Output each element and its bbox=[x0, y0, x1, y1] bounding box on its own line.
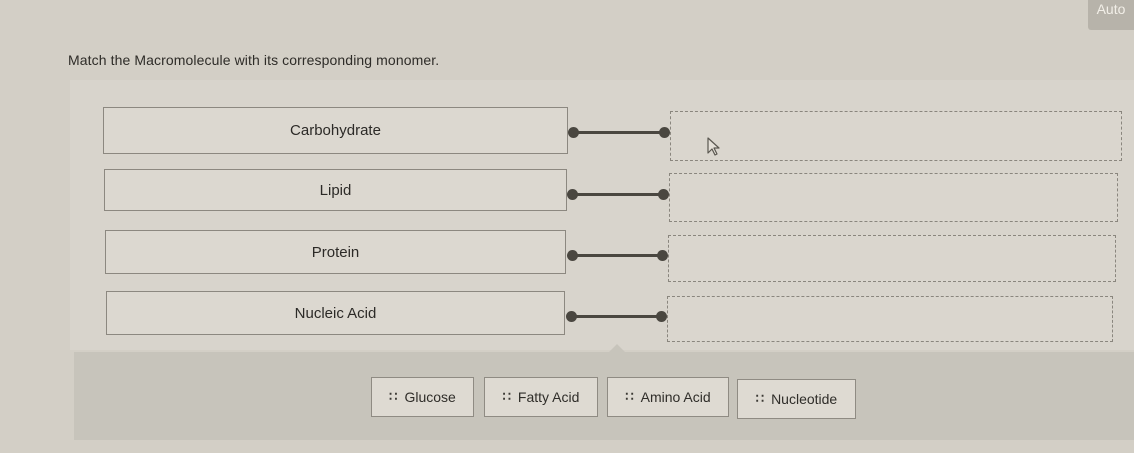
connector-line bbox=[572, 193, 664, 196]
drop-zone-carbohydrate[interactable] bbox=[670, 111, 1122, 161]
term-label: Protein bbox=[311, 243, 360, 261]
connector-end-dot bbox=[657, 250, 668, 261]
connector-line bbox=[573, 131, 665, 134]
drag-grip-icon: ∷ bbox=[389, 389, 397, 404]
connector-end-dot bbox=[656, 311, 667, 322]
choice-glucose[interactable]: ∷ Glucose bbox=[371, 377, 474, 417]
drag-grip-icon: ∷ bbox=[502, 389, 511, 404]
choice-label: Nucleotide bbox=[771, 391, 838, 407]
auto-badge-label: Auto bbox=[1096, 1, 1126, 17]
drag-grip-icon: ∷ bbox=[625, 389, 633, 404]
term-label: Lipid bbox=[319, 181, 352, 199]
term-nucleic-acid: Nucleic Acid bbox=[106, 291, 565, 335]
term-label: Nucleic Acid bbox=[294, 304, 377, 322]
term-label: Carbohydrate bbox=[290, 122, 381, 139]
term-lipid: Lipid bbox=[104, 169, 567, 211]
question-prompt: Match the Macromolecule with its corresp… bbox=[68, 52, 440, 68]
term-protein: Protein bbox=[105, 230, 566, 274]
choice-label: Fatty Acid bbox=[517, 389, 580, 405]
drag-grip-icon: ∷ bbox=[755, 391, 764, 406]
choice-fatty-acid[interactable]: ∷ Fatty Acid bbox=[484, 377, 598, 417]
drop-zone-lipid[interactable] bbox=[669, 173, 1118, 222]
choice-label: Amino Acid bbox=[640, 389, 711, 405]
choice-nucleotide[interactable]: ∷ Nucleotide bbox=[737, 379, 856, 419]
auto-badge[interactable]: Auto bbox=[1088, 0, 1134, 30]
connector-line bbox=[571, 315, 663, 318]
mouse-pointer-icon bbox=[707, 137, 720, 156]
answer-choices-tray bbox=[74, 352, 1134, 440]
drop-zone-protein[interactable] bbox=[668, 235, 1116, 282]
term-carbohydrate: Carbohydrate bbox=[103, 107, 568, 154]
connector-end-dot bbox=[658, 189, 669, 200]
connector-end-dot bbox=[659, 127, 670, 138]
drop-zone-nucleic-acid[interactable] bbox=[667, 296, 1113, 342]
choice-amino-acid[interactable]: ∷ Amino Acid bbox=[607, 377, 729, 417]
connector-line bbox=[572, 254, 664, 257]
choice-label: Glucose bbox=[404, 389, 456, 405]
